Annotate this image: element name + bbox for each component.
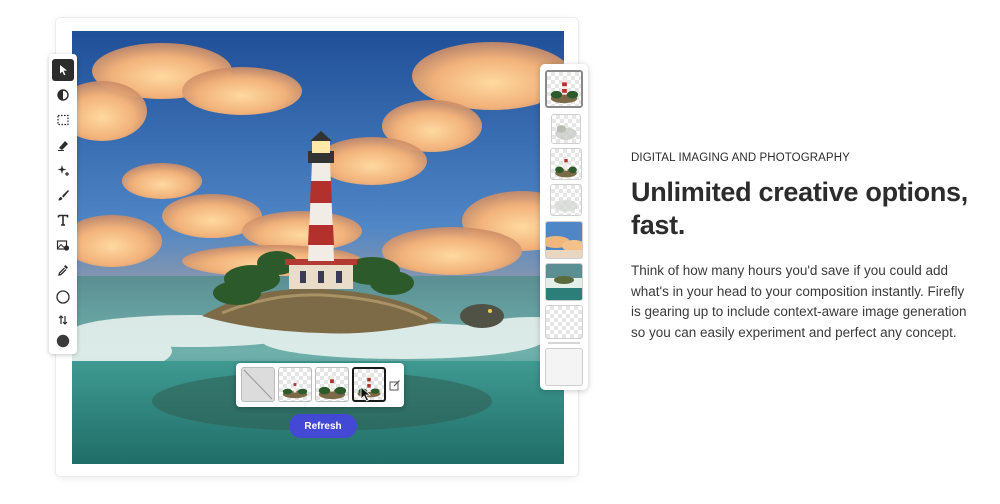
tool-bar <box>49 54 77 354</box>
variation-thumbnail[interactable] <box>545 221 583 259</box>
mouse-cursor-icon <box>360 386 372 402</box>
generated-options-strip <box>236 363 404 407</box>
select-arrow-icon[interactable] <box>52 59 74 81</box>
marquee-select-icon[interactable] <box>52 109 74 131</box>
variation-thumbnail[interactable] <box>550 148 582 180</box>
panel-divider <box>548 342 580 344</box>
feature-description: DIGITAL IMAGING AND PHOTOGRAPHY Unlimite… <box>631 152 976 343</box>
variation-thumbnail[interactable] <box>551 114 581 144</box>
eraser-icon[interactable] <box>52 134 74 156</box>
brush-icon[interactable] <box>52 184 74 206</box>
headline-line-1: Unlimited creative options, <box>631 177 968 207</box>
variations-panel <box>540 64 588 390</box>
color-swatch-icon[interactable] <box>52 330 74 352</box>
option-none-thumbnail[interactable] <box>241 367 275 402</box>
option-thumbnail[interactable] <box>315 367 349 402</box>
variation-thumbnail[interactable] <box>545 348 583 386</box>
variation-thumbnail[interactable] <box>545 305 583 339</box>
headline: Unlimited creative options, fast. <box>631 176 976 242</box>
contrast-adjust-icon[interactable] <box>52 84 74 106</box>
variation-thumbnail[interactable] <box>550 184 582 216</box>
refresh-button[interactable]: Refresh <box>289 414 357 438</box>
variation-thumbnail[interactable] <box>545 70 583 108</box>
swap-colors-icon[interactable] <box>52 309 74 331</box>
variation-thumbnail[interactable] <box>545 263 583 301</box>
ellipse-shape-icon[interactable] <box>52 286 74 308</box>
edit-variation-icon[interactable] <box>389 378 401 391</box>
generative-fill-sparkle-icon[interactable] <box>52 159 74 181</box>
body-text: Think of how many hours you'd save if yo… <box>631 263 967 340</box>
text-tool-icon[interactable] <box>52 209 74 231</box>
eyedropper-icon[interactable] <box>52 259 74 281</box>
option-thumbnail[interactable] <box>278 367 312 402</box>
image-settings-icon[interactable] <box>52 234 74 256</box>
category-label: DIGITAL IMAGING AND PHOTOGRAPHY <box>631 152 850 164</box>
headline-line-2: fast. <box>631 210 686 240</box>
